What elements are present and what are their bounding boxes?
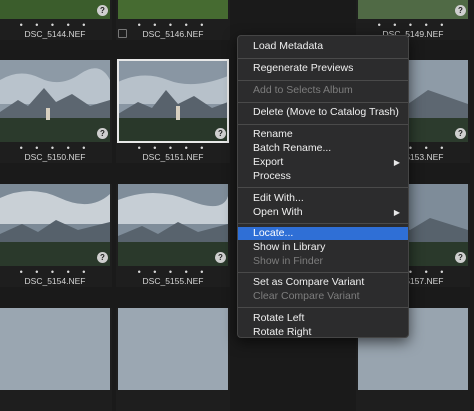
menu-item-set-compare-variant[interactable]: Set as Compare Variant <box>238 276 408 289</box>
menu-item-label: Export <box>253 156 284 168</box>
thumbnail-cell-selected[interactable]: ? • • • • • DSC_5151.NEF <box>116 59 230 163</box>
menu-item-rename[interactable]: Rename <box>238 128 408 141</box>
file-name: DSC_5154.NEF <box>24 276 86 286</box>
question-badge-icon: ? <box>215 128 226 139</box>
thumbnail-cell[interactable]: ? • • • • • DSC_5155.NEF <box>116 184 230 287</box>
thumbnail-caption: • • • • • DSC_5146.NEF <box>116 20 230 40</box>
menu-item-clear-compare-variant: Clear Compare Variant <box>253 290 360 302</box>
file-name: DSC_5144.NEF <box>24 29 86 39</box>
rating-dots[interactable]: • • • • • <box>0 268 112 277</box>
thumbnail-caption: • • • • • DSC_5144.NEF <box>0 20 112 40</box>
thumbnail-cell[interactable]: ? • • • • • DSC_5154.NEF <box>0 184 112 287</box>
menu-item-label: Open With <box>253 206 303 218</box>
thumbnail-cell[interactable]: ? • • • • • DSC_5150.NEF <box>0 60 112 163</box>
menu-separator <box>238 80 408 81</box>
menu-item-locate[interactable]: Locate... <box>238 227 408 240</box>
thumbnail-caption: • • • • • DSC_5154.NEF <box>0 267 112 287</box>
photo-thumbnail[interactable] <box>0 60 110 142</box>
menu-item-delete[interactable]: Delete (Move to Catalog Trash) <box>238 106 408 119</box>
thumbnail-cell[interactable]: • • • • • DSC_5146.NEF <box>116 0 230 40</box>
thumbnail-caption: • • • • • DSC_5155.NEF <box>116 267 230 287</box>
rating-dots[interactable]: • • • • • <box>116 268 230 277</box>
rating-dots[interactable]: • • • • • <box>116 21 230 30</box>
menu-separator <box>238 272 408 273</box>
thumbnail-caption: • • • • • DSC_5151.NEF <box>116 143 230 163</box>
menu-item-add-to-selects-album: Add to Selects Album <box>253 84 353 96</box>
menu-separator <box>238 307 408 308</box>
rating-dots[interactable]: • • • • • <box>0 21 112 30</box>
thumbnail-cell[interactable] <box>0 308 112 411</box>
question-badge-icon: ? <box>455 128 466 139</box>
menu-item-batch-rename[interactable]: Batch Rename... <box>238 142 408 155</box>
thumbnail-cell[interactable]: ? • • • • • DSC_5144.NEF <box>0 0 112 40</box>
photo-thumbnail[interactable] <box>358 0 468 19</box>
submenu-arrow-icon: ▶ <box>393 158 400 167</box>
menu-item-open-with[interactable]: Open With ▶ <box>238 206 408 219</box>
photo-thumbnail[interactable] <box>117 59 229 143</box>
context-menu: Load Metadata Regenerate Previews Add to… <box>237 35 409 338</box>
menu-separator <box>238 187 408 188</box>
menu-item-show-in-finder: Show in Finder <box>253 255 324 267</box>
file-name: DSC_5151.NEF <box>142 152 204 162</box>
rating-dots[interactable]: • • • • • <box>0 144 112 153</box>
question-badge-icon: ? <box>97 128 108 139</box>
thumbnail-caption: • • • • • DSC_5150.NEF <box>0 143 112 163</box>
menu-item-show-in-library[interactable]: Show in Library <box>238 241 408 254</box>
question-badge-icon: ? <box>455 252 466 263</box>
thumbnail-cell[interactable] <box>116 308 230 411</box>
photo-thumbnail[interactable] <box>0 0 110 19</box>
photo-thumbnail[interactable] <box>118 184 228 266</box>
menu-separator <box>238 58 408 59</box>
thumbnail-cell[interactable]: ? • • • • • DSC_5149.NEF <box>356 0 470 40</box>
menu-item-rotate-left[interactable]: Rotate Left <box>238 312 408 325</box>
menu-item-export[interactable]: Export ▶ <box>238 156 408 169</box>
file-name: DSC_5155.NEF <box>142 276 204 286</box>
rating-dots[interactable]: • • • • • <box>356 21 470 30</box>
photo-thumbnail[interactable] <box>118 0 228 19</box>
question-badge-icon: ? <box>97 5 108 16</box>
question-badge-icon: ? <box>97 252 108 263</box>
menu-item-process[interactable]: Process <box>238 170 408 183</box>
menu-separator <box>238 102 408 103</box>
menu-item-rotate-right[interactable]: Rotate Right <box>238 326 408 337</box>
menu-separator <box>238 223 408 224</box>
rating-dots[interactable]: • • • • • <box>116 144 230 153</box>
submenu-arrow-icon: ▶ <box>393 208 400 217</box>
file-name: DSC_5150.NEF <box>24 152 86 162</box>
file-name: DSC_5146.NEF <box>142 29 204 39</box>
question-badge-icon: ? <box>455 5 466 16</box>
menu-item-regenerate-previews[interactable]: Regenerate Previews <box>238 62 408 75</box>
photo-thumbnail[interactable] <box>0 308 110 390</box>
menu-item-load-metadata[interactable]: Load Metadata <box>238 40 408 53</box>
photo-thumbnail[interactable] <box>0 184 110 266</box>
menu-separator <box>238 124 408 125</box>
photo-thumbnail[interactable] <box>118 308 228 390</box>
menu-item-edit-with[interactable]: Edit With... <box>238 192 408 205</box>
question-badge-icon: ? <box>215 252 226 263</box>
